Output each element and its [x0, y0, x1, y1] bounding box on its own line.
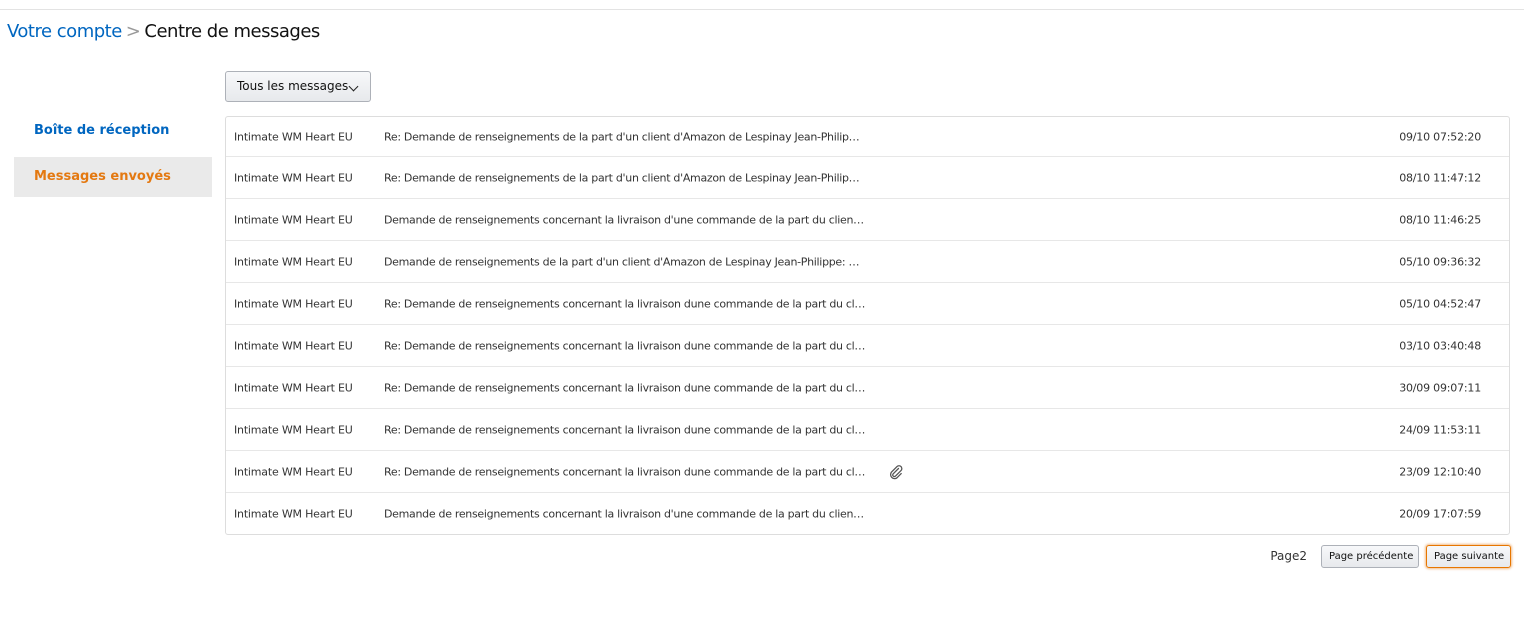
message-filter-label: Tous les messages [237, 79, 349, 93]
message-date: 20/09 17:07:59 [1399, 507, 1481, 520]
message-date: 05/10 09:36:32 [1399, 255, 1481, 268]
message-subject[interactable]: Re: Demande de renseignements concernant… [384, 339, 882, 352]
message-subject[interactable]: Re: Demande de renseignements concernant… [384, 381, 882, 394]
message-row[interactable]: Intimate WM Heart EU Re: Demande de rens… [226, 450, 1509, 492]
page-title: Centre de messages [144, 21, 320, 42]
message-filter-dropdown[interactable]: Tous les messages [225, 71, 371, 102]
message-row[interactable]: Intimate WM Heart EU Re: Demande de rens… [226, 282, 1509, 324]
breadcrumb-separator: > [125, 21, 141, 42]
sidebar-item-label: Messages envoyés [34, 169, 171, 184]
message-subject[interactable]: Demande de renseignements concernant la … [384, 507, 882, 520]
message-subject[interactable]: Re: Demande de renseignements concernant… [384, 297, 882, 310]
message-sender: Intimate WM Heart EU [234, 465, 353, 478]
message-date: 09/10 07:52:20 [1399, 130, 1481, 143]
message-date: 23/09 12:10:40 [1399, 465, 1481, 478]
message-date: 08/10 11:46:25 [1399, 213, 1481, 226]
message-date: 05/10 04:52:47 [1399, 297, 1481, 310]
message-row[interactable]: Intimate WM Heart EU Demande de renseign… [226, 198, 1509, 240]
message-subject[interactable]: Re: Demande de renseignements de la part… [384, 171, 882, 184]
message-sender: Intimate WM Heart EU [234, 130, 353, 143]
message-date: 03/10 03:40:48 [1399, 339, 1481, 352]
message-subject[interactable]: Re: Demande de renseignements concernant… [384, 423, 882, 436]
sidebar-item-inbox[interactable]: Boîte de réception [14, 111, 212, 151]
message-subject[interactable]: Re: Demande de renseignements concernant… [384, 465, 882, 478]
message-sender: Intimate WM Heart EU [234, 339, 353, 352]
message-subject[interactable]: Re: Demande de renseignements de la part… [384, 130, 882, 143]
message-row[interactable]: Intimate WM Heart EU Demande de renseign… [226, 240, 1509, 282]
chevron-down-icon [348, 81, 359, 92]
pagination: Page2 Page précédente Page suivante [1211, 545, 1511, 568]
top-divider [0, 0, 1524, 10]
message-list: Intimate WM Heart EU Re: Demande de rens… [225, 116, 1510, 535]
message-sender: Intimate WM Heart EU [234, 381, 353, 394]
message-row[interactable]: Intimate WM Heart EU Re: Demande de rens… [226, 366, 1509, 408]
message-row[interactable]: Intimate WM Heart EU Re: Demande de rens… [226, 408, 1509, 450]
message-date: 08/10 11:47:12 [1399, 171, 1481, 184]
breadcrumb: Votre compte > Centre de messages [7, 20, 320, 44]
previous-page-button[interactable]: Page précédente [1321, 545, 1419, 568]
sidebar-item-label: Boîte de réception [34, 123, 170, 138]
message-sender: Intimate WM Heart EU [234, 297, 353, 310]
sidebar-item-sent[interactable]: Messages envoyés [14, 157, 212, 197]
message-sender: Intimate WM Heart EU [234, 213, 353, 226]
message-sender: Intimate WM Heart EU [234, 507, 353, 520]
message-sender: Intimate WM Heart EU [234, 255, 353, 268]
message-row[interactable]: Intimate WM Heart EU Demande de renseign… [226, 492, 1509, 534]
sidebar: Boîte de réception Messages envoyés [14, 111, 212, 203]
message-row[interactable]: Intimate WM Heart EU Re: Demande de rens… [226, 324, 1509, 366]
message-sender: Intimate WM Heart EU [234, 171, 353, 184]
next-page-button[interactable]: Page suivante [1426, 545, 1511, 568]
message-sender: Intimate WM Heart EU [234, 423, 353, 436]
message-row[interactable]: Intimate WM Heart EU Re: Demande de rens… [226, 156, 1509, 198]
page-indicator: Page2 [1270, 549, 1307, 563]
message-row[interactable]: Intimate WM Heart EU Re: Demande de rens… [226, 117, 1509, 156]
paperclip-icon [888, 464, 904, 480]
message-date: 24/09 11:53:11 [1399, 423, 1481, 436]
message-subject[interactable]: Demande de renseignements concernant la … [384, 213, 882, 226]
message-subject[interactable]: Demande de renseignements de la part d'u… [384, 255, 882, 268]
message-date: 30/09 09:07:11 [1399, 381, 1481, 394]
breadcrumb-link-account[interactable]: Votre compte [7, 21, 122, 42]
